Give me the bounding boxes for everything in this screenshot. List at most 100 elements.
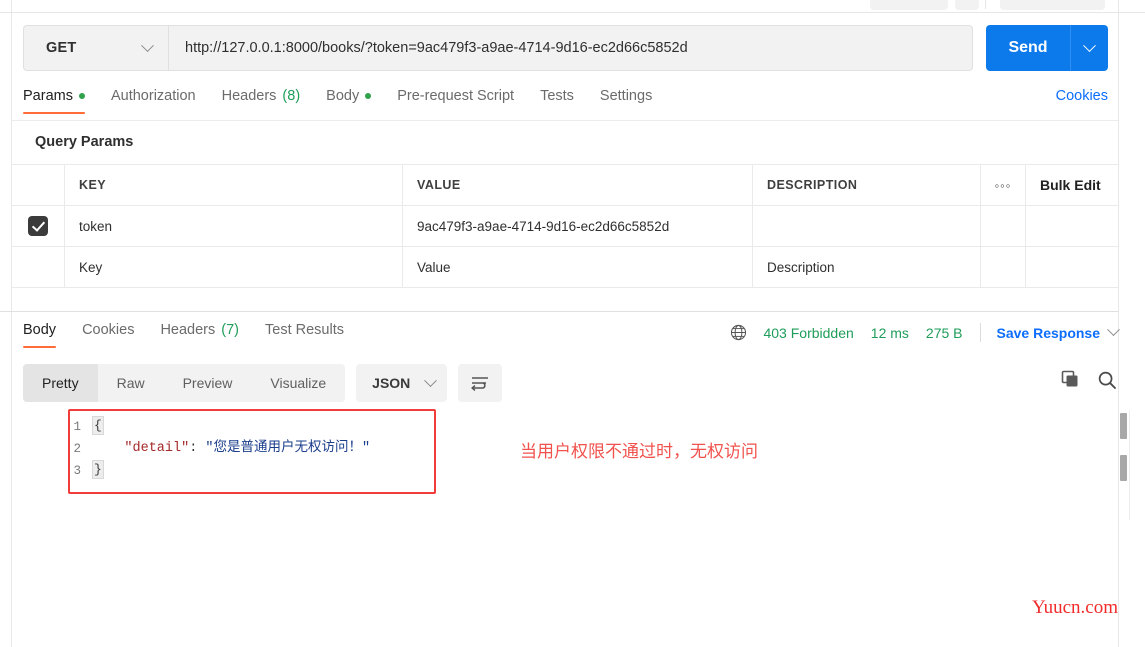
ghost-control-1 [870, 0, 948, 10]
view-mode-pretty[interactable]: Pretty [23, 364, 98, 402]
table-row-empty: Key Value Description [12, 247, 1118, 288]
http-method-selector[interactable]: GET [23, 25, 168, 71]
status-divider [979, 323, 981, 342]
cookies-link[interactable]: Cookies [1056, 88, 1108, 104]
tab-pre-request-script-label: Pre-request Script [397, 88, 515, 104]
row-options-spacer [981, 206, 1026, 246]
tab-settings[interactable]: Settings [600, 88, 652, 114]
ghost-divider [985, 0, 986, 9]
tab-headers-count: (8) [282, 88, 301, 104]
pane-border-right [1118, 0, 1119, 647]
request-url-text: http://127.0.0.1:8000/books/?token=9ac47… [185, 40, 688, 56]
tab-tests[interactable]: Tests [540, 88, 574, 114]
send-options-button[interactable] [1070, 25, 1108, 71]
annotation-note: 当用户权限不通过时，无权访问 [520, 442, 758, 461]
tab-headers-label: Headers [221, 88, 277, 104]
send-button[interactable]: Send [986, 25, 1070, 71]
code-line-1: { [92, 416, 370, 438]
cut-off-toolbar-strip [0, 0, 1145, 13]
view-mode-preview[interactable]: Preview [164, 364, 252, 402]
status-code: 403 Forbidden [763, 324, 854, 341]
response-body-code[interactable]: { "detail": "您是普通用户无权访问！"} [92, 416, 370, 482]
response-tab-test-results-label: Test Results [265, 322, 344, 338]
search-button[interactable] [1097, 370, 1117, 390]
table-header-row: KEY VALUE DESCRIPTION ◦◦◦ Bulk Edit [12, 165, 1118, 206]
copy-button[interactable] [1061, 370, 1081, 390]
view-mode-raw[interactable]: Raw [98, 364, 164, 402]
globe-icon [731, 324, 747, 341]
empty-row-value-input[interactable]: Value [417, 260, 451, 275]
body-scrollbar-thumb-upper[interactable] [1120, 413, 1127, 439]
table-options-button[interactable]: ◦◦◦ [981, 165, 1026, 205]
fold-brace-close[interactable]: } [92, 460, 104, 479]
tab-params-label: Params [23, 88, 73, 104]
response-tab-cookies[interactable]: Cookies [82, 322, 134, 348]
wrap-lines-button[interactable] [458, 364, 503, 402]
line-number: 1 [73, 420, 81, 434]
response-status-bar: 403 Forbidden 12 ms 275 B Save Response [730, 323, 1120, 342]
row-enable-checkbox[interactable] [28, 216, 48, 236]
body-scrollbar-track [1129, 410, 1130, 520]
request-url-bar: GET http://127.0.0.1:8000/books/?token=9… [23, 25, 1108, 71]
line-number: 2 [73, 442, 81, 456]
request-response-divider [0, 311, 1118, 312]
response-tab-body[interactable]: Body [23, 322, 57, 348]
chevron-down-icon [141, 38, 154, 52]
response-tab-headers-label: Headers [160, 322, 216, 338]
save-response-button[interactable]: Save Response [997, 325, 1101, 341]
query-params-table: KEY VALUE DESCRIPTION ◦◦◦ Bulk Edit toke… [12, 164, 1118, 288]
wrap-lines-icon [471, 377, 489, 391]
search-icon [1098, 371, 1116, 389]
response-tab-headers[interactable]: Headers (7) [160, 322, 239, 348]
tab-pre-request-script[interactable]: Pre-request Script [397, 88, 514, 114]
response-tab-headers-count: (7) [221, 322, 239, 338]
query-params-title: Query Params [35, 134, 134, 150]
tab-authorization[interactable]: Authorization [111, 88, 196, 114]
watermark: Yuucn.com [1031, 597, 1118, 618]
empty-row-checkbox-cell [12, 247, 65, 287]
empty-row-key-input[interactable]: Key [79, 260, 102, 275]
row-bulk-spacer [1026, 206, 1118, 246]
json-colon: : [189, 441, 206, 456]
empty-row-description-input[interactable]: Description [767, 260, 835, 275]
line-number: 3 [73, 464, 81, 478]
response-view-toolbar: Pretty Raw Preview Visualize JSON [23, 364, 503, 402]
response-tab-test-results[interactable]: Test Results [265, 322, 344, 348]
tab-bar-divider [11, 120, 1118, 121]
tab-params[interactable]: Params [23, 88, 85, 114]
view-mode-visualize[interactable]: Visualize [251, 364, 345, 402]
tab-authorization-label: Authorization [110, 88, 196, 104]
response-tab-cookies-label: Cookies [82, 322, 135, 338]
request-url-input[interactable]: http://127.0.0.1:8000/books/?token=9ac47… [168, 25, 973, 71]
header-cell-description: DESCRIPTION [767, 178, 858, 192]
line-number-gutter: 1 2 3 [57, 416, 81, 482]
tab-settings-label: Settings [599, 88, 653, 104]
tab-headers[interactable]: Headers (8) [222, 88, 301, 114]
ellipsis-icon: ◦◦◦ [994, 177, 1012, 193]
response-actions [1061, 370, 1117, 390]
empty-row-options-spacer [981, 247, 1026, 287]
http-method-label: GET [46, 40, 77, 56]
chevron-down-icon [424, 373, 438, 387]
code-line-2: "detail": "您是普通用户无权访问！" [92, 438, 370, 460]
request-tab-bar: Params Authorization Headers (8) Body Pr… [23, 88, 1108, 121]
tab-body[interactable]: Body [326, 88, 372, 114]
response-tab-body-label: Body [23, 322, 57, 338]
chevron-down-icon [1083, 38, 1096, 52]
ghost-control-2 [955, 0, 979, 10]
header-cell-value: VALUE [417, 178, 461, 192]
row-value-input[interactable]: 9ac479f3-a9ae-4714-9d16-ec2d66c5852d [417, 219, 669, 234]
response-size: 275 B [925, 324, 963, 341]
response-format-selector[interactable]: JSON [356, 364, 448, 402]
header-cell-select [12, 165, 65, 205]
row-key-input[interactable]: token [79, 219, 112, 234]
bulk-edit-button[interactable]: Bulk Edit [1040, 177, 1101, 193]
postman-request-response-pane: GET http://127.0.0.1:8000/books/?token=9… [0, 0, 1145, 647]
chevron-down-icon[interactable] [1107, 323, 1120, 337]
tab-body-label: Body [326, 88, 360, 104]
unsaved-dot-icon [78, 93, 85, 99]
empty-row-bulk-spacer [1026, 247, 1118, 287]
fold-brace-open[interactable]: { [92, 416, 104, 435]
body-scrollbar-thumb-lower[interactable] [1120, 455, 1127, 481]
response-time: 12 ms [870, 324, 909, 341]
